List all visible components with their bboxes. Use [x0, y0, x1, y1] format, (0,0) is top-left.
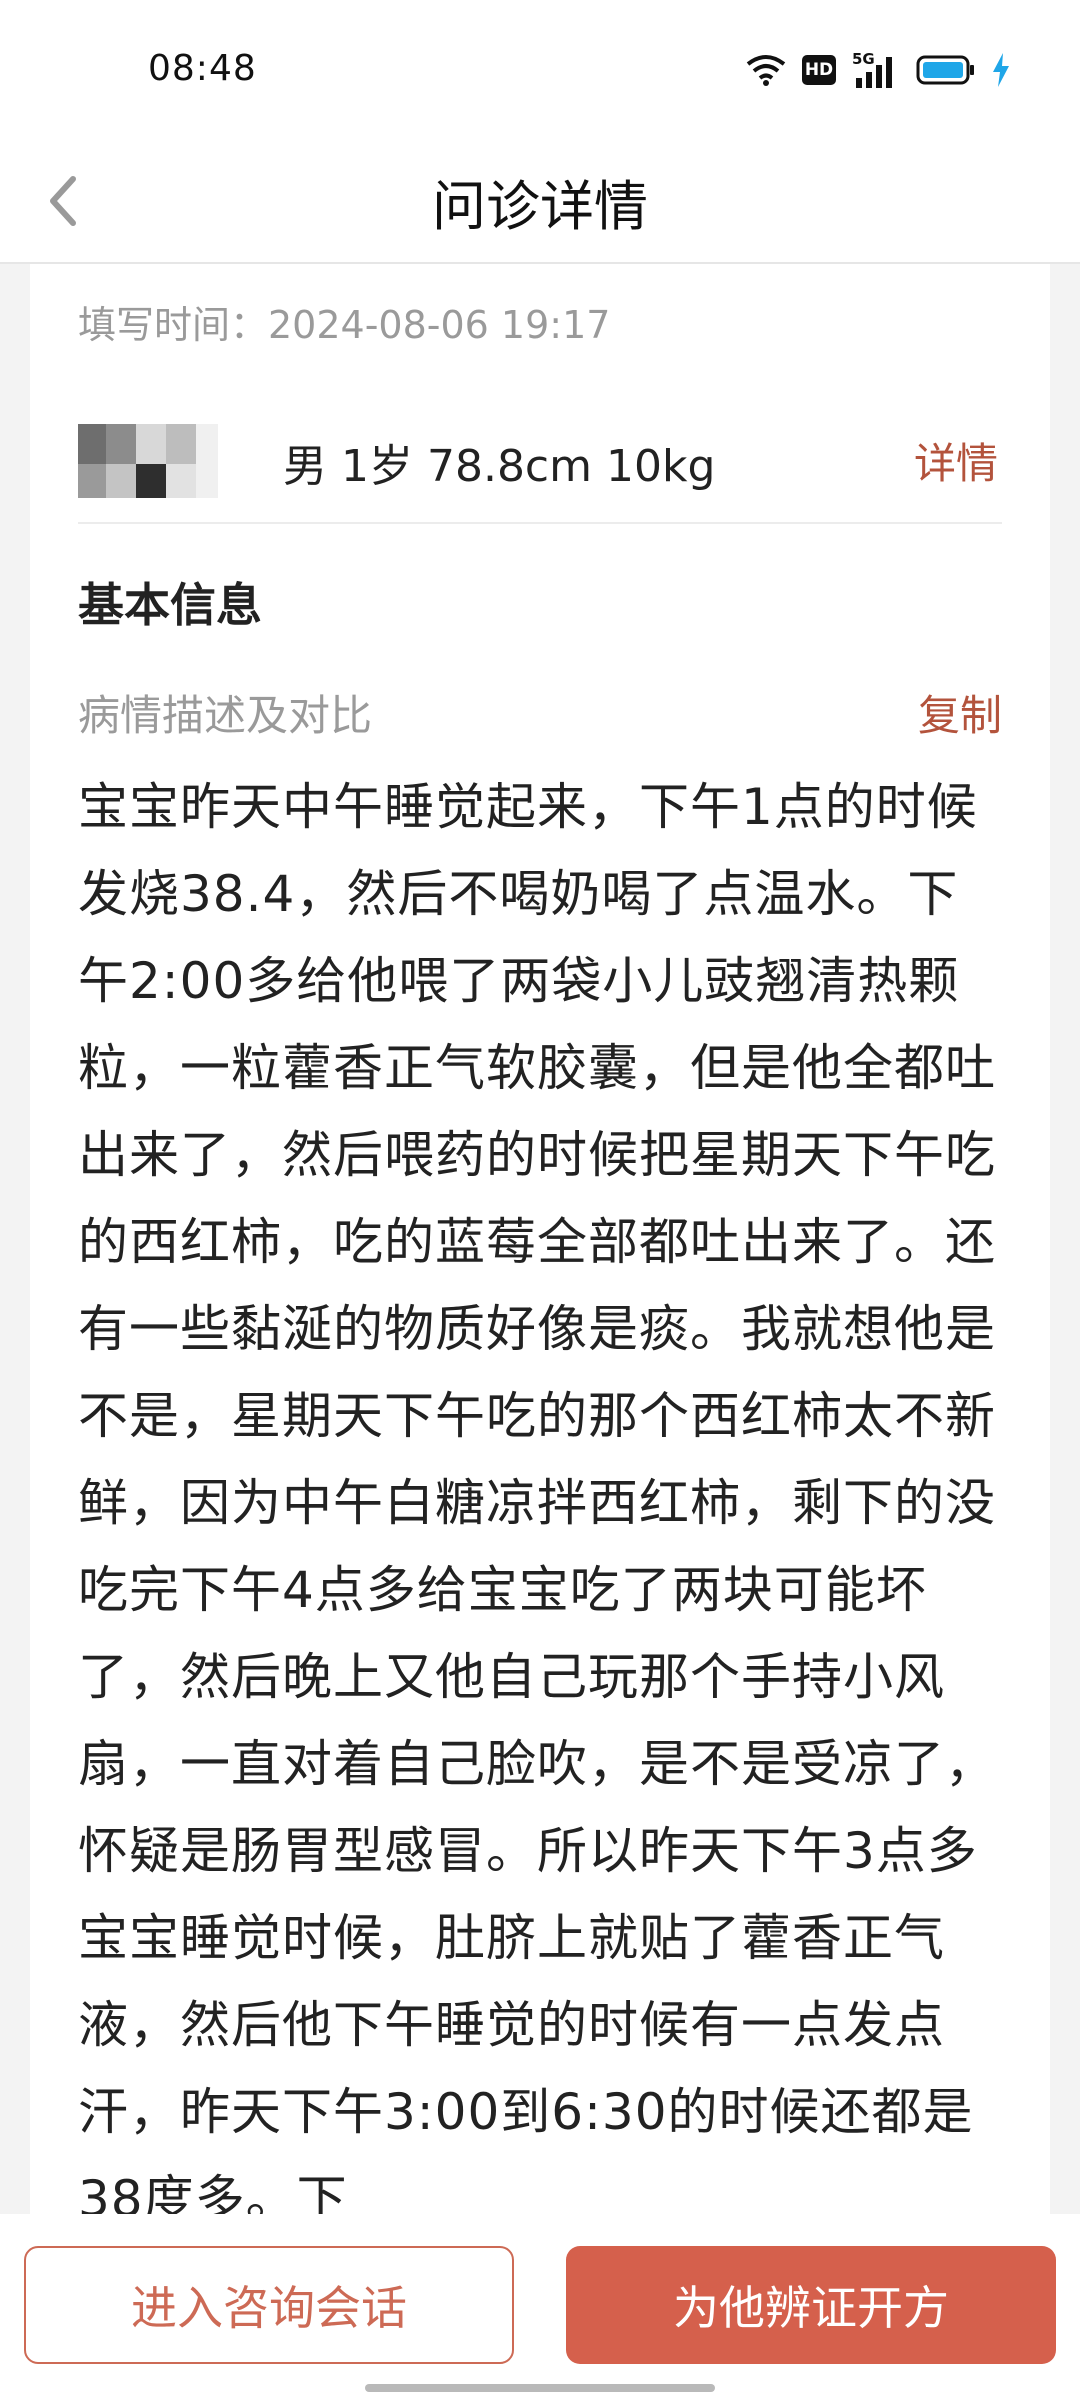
fill-time: 填写时间：2024-08-06 19:17	[78, 303, 611, 347]
hd-icon: HD	[802, 55, 836, 85]
blurred-patient-name	[78, 414, 218, 504]
status-icons: HD 5G	[746, 50, 1010, 90]
bottom-action-bar: 进入咨询会话 为他辨证开方	[0, 2214, 1080, 2400]
status-time: 08:48	[148, 48, 257, 89]
enter-consultation-button[interactable]: 进入咨询会话	[24, 2246, 514, 2364]
copy-button[interactable]: 复制	[918, 682, 1002, 743]
charging-icon	[993, 53, 1009, 87]
consultation-card: 填写时间：2024-08-06 19:17 男 1岁 78.8cm 10kg 详…	[30, 264, 1050, 2214]
prescribe-button[interactable]: 为他辨证开方	[566, 2246, 1056, 2364]
wifi-icon	[746, 55, 786, 86]
patient-summary: 男 1岁 78.8cm 10kg	[283, 441, 716, 492]
page-title: 问诊详情	[432, 175, 648, 238]
section-title-basic-info: 基本信息	[78, 578, 262, 632]
signal-5g-icon: 5G	[852, 50, 900, 88]
home-indicator[interactable]	[365, 2384, 715, 2392]
divider	[78, 522, 1002, 524]
status-bar: 08:48 HD 5G	[0, 0, 1080, 140]
field-label-condition: 病情描述及对比	[78, 691, 373, 740]
hd-label: HD	[804, 60, 834, 80]
condition-description: 宝宝昨天中午睡觉起来，下午1点的时候发烧38.4，然后不喝奶喝了点温水。下午2:…	[78, 778, 996, 2214]
patient-row: 男 1岁 78.8cm 10kg 详情	[78, 414, 1032, 504]
nav-bar: 问诊详情	[0, 140, 1080, 264]
battery-icon	[916, 55, 974, 85]
details-link[interactable]: 详情	[914, 430, 998, 491]
